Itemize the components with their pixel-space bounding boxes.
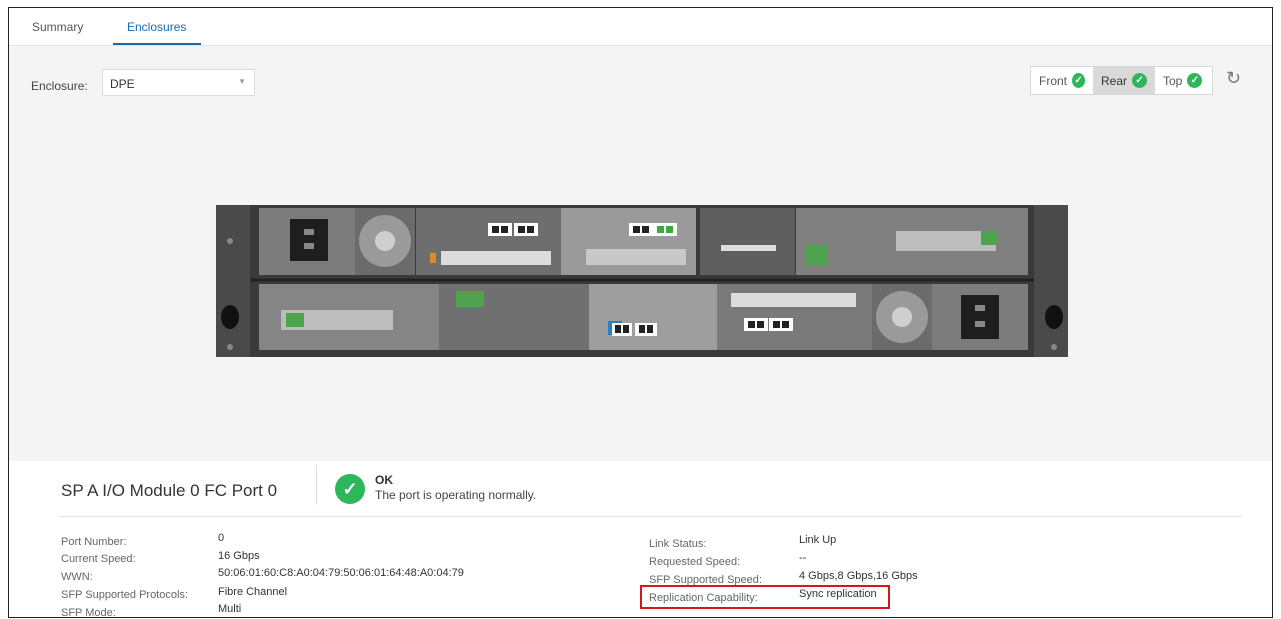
port-number-value: 0 xyxy=(218,532,225,544)
tab-bar: Summary Enclosures xyxy=(9,8,1272,46)
tab-enclosures[interactable]: Enclosures xyxy=(127,20,186,34)
enclosure-select-value: DPE xyxy=(110,77,135,91)
port-number-label: Port Number: xyxy=(61,536,127,548)
status-description: The port is operating normally. xyxy=(375,488,537,502)
tab-summary[interactable]: Summary xyxy=(32,20,83,34)
current-speed-label: Current Speed: xyxy=(61,553,136,565)
view-front-button[interactable]: Front ✓ xyxy=(1031,67,1093,94)
sfp-mode-label: SFP Mode: xyxy=(61,607,116,618)
view-rear-button[interactable]: Rear ✓ xyxy=(1093,67,1155,94)
refresh-icon[interactable]: ↻ xyxy=(1226,68,1241,89)
enclosure-select[interactable]: DPE ▼ xyxy=(102,69,255,96)
chevron-down-icon: ▼ xyxy=(238,77,246,86)
check-icon: ✓ xyxy=(335,474,365,504)
requested-speed-value: -- xyxy=(799,552,807,564)
title-divider xyxy=(316,465,317,505)
link-status-label: Link Status: xyxy=(649,538,707,550)
current-speed-value: 16 Gbps xyxy=(218,550,260,562)
sfp-mode-value: Multi xyxy=(218,603,242,615)
active-tab-indicator xyxy=(113,43,201,45)
check-icon: ✓ xyxy=(1187,73,1203,88)
enclosure-label: Enclosure: xyxy=(31,79,88,93)
port-title: SP A I/O Module 0 FC Port 0 xyxy=(61,481,278,500)
view-rear-label: Rear xyxy=(1101,73,1128,88)
view-top-button[interactable]: Top ✓ xyxy=(1155,67,1212,94)
view-front-label: Front xyxy=(1039,73,1068,88)
status-title: OK xyxy=(375,473,393,487)
check-icon: ✓ xyxy=(1072,73,1085,88)
divider xyxy=(59,516,1242,517)
sfp-speed-value: 4 Gbps,8 Gbps,16 Gbps xyxy=(799,570,918,582)
wwn-label: WWN: xyxy=(61,571,93,583)
app-frame: Summary Enclosures Enclosure: DPE ▼ Fron… xyxy=(8,7,1273,618)
requested-speed-label: Requested Speed: xyxy=(649,556,741,568)
sfp-protocols-label: SFP Supported Protocols: xyxy=(61,589,188,601)
view-top-label: Top xyxy=(1163,73,1183,88)
link-status-value: Link Up xyxy=(799,534,837,546)
sfp-protocols-value: Fibre Channel xyxy=(218,586,288,598)
wwn-value: 50:06:01:60:C8:A0:04:79:50:06:01:64:48:A… xyxy=(218,567,464,579)
replication-highlight-box xyxy=(640,585,890,609)
enclosure-panel: Enclosure: DPE ▼ Front ✓ Rear ✓ Top ✓ ↻ xyxy=(9,46,1272,461)
port-detail-panel: SP A I/O Module 0 FC Port 0 ✓ OK The por… xyxy=(9,461,1272,617)
check-icon: ✓ xyxy=(1132,73,1147,88)
enclosure-rear-image xyxy=(216,205,1068,357)
view-toggle-group: Front ✓ Rear ✓ Top ✓ xyxy=(1030,66,1213,95)
